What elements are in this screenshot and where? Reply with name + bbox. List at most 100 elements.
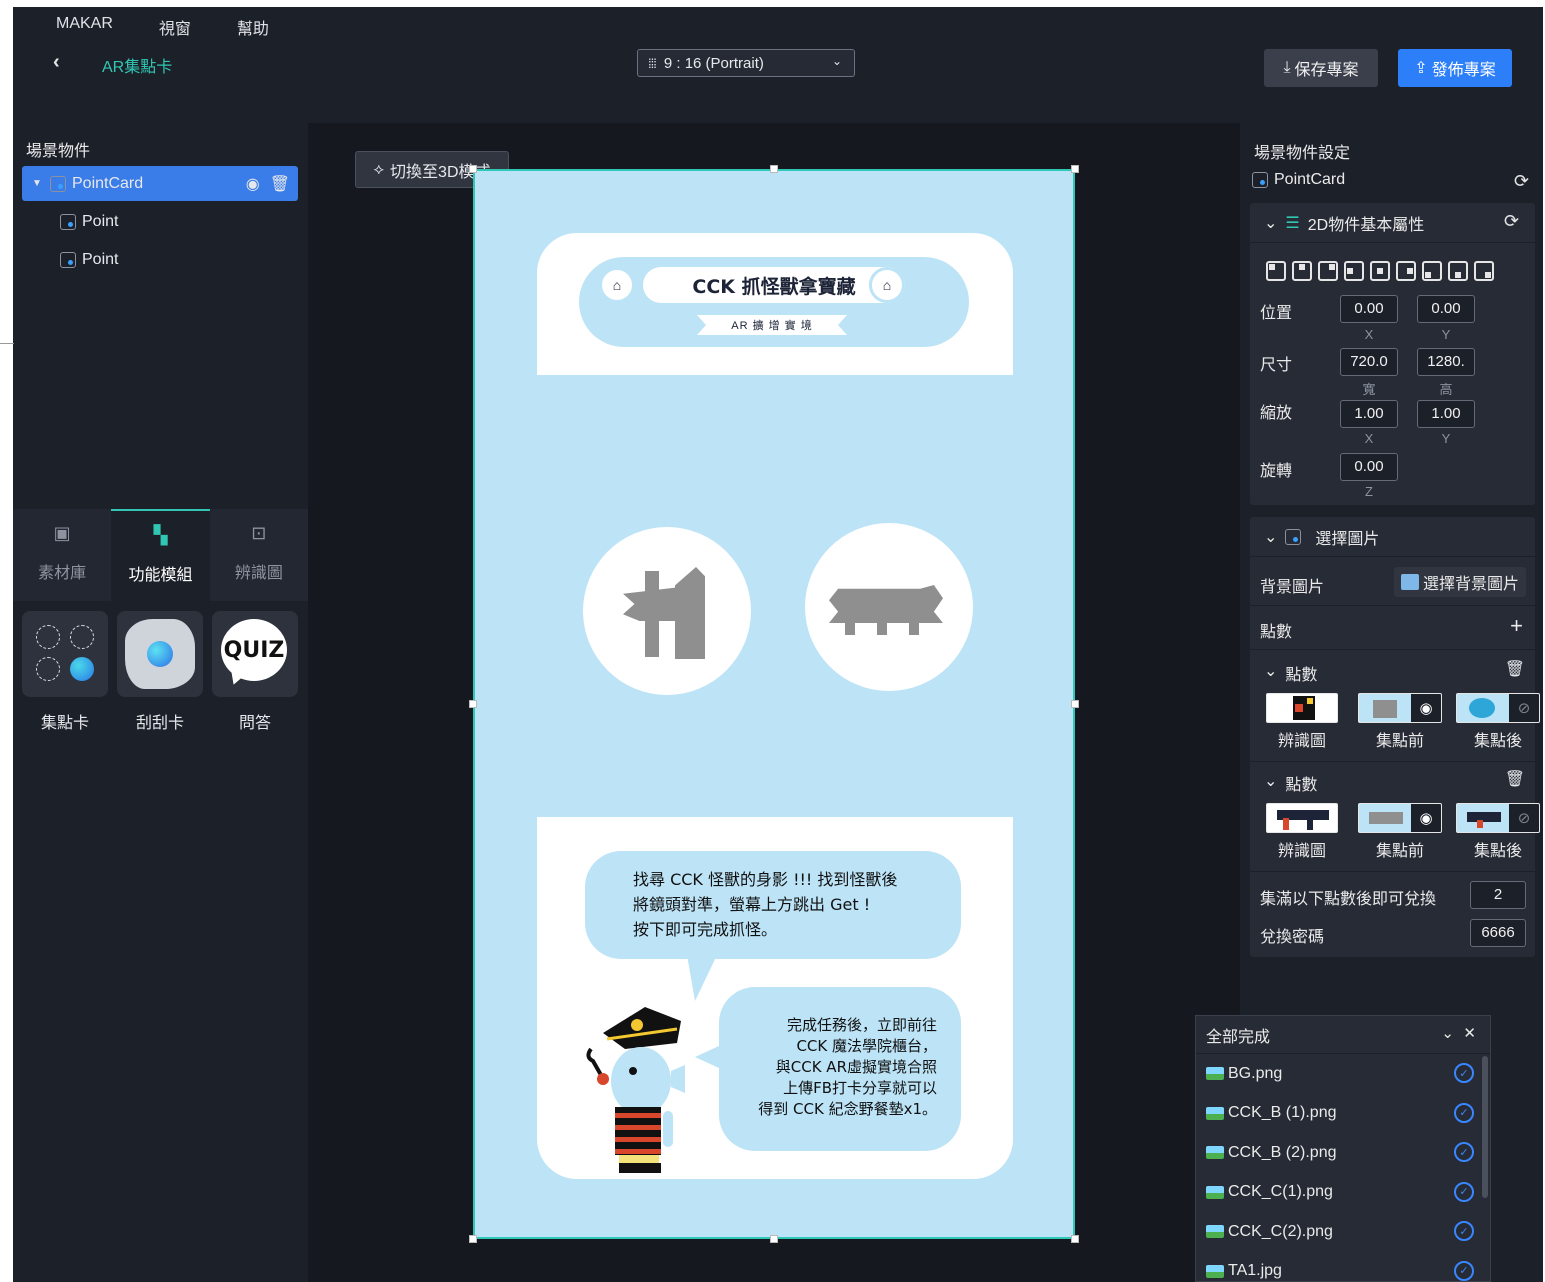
menu-help[interactable]: 幫助 bbox=[237, 15, 269, 39]
eye-off-icon[interactable]: ⊘ bbox=[1509, 804, 1539, 832]
size-label: 尺寸 bbox=[1260, 357, 1293, 374]
align-bottom-center-button[interactable] bbox=[1448, 261, 1468, 281]
image-file-icon bbox=[1206, 1146, 1224, 1160]
tab-assets[interactable]: ▣ 素材庫 bbox=[13, 509, 111, 601]
module-label: 問答 bbox=[238, 715, 271, 732]
position-x-input[interactable]: 0.00 bbox=[1340, 295, 1398, 323]
after-image-thumb[interactable]: ⊘ bbox=[1456, 803, 1540, 833]
add-point-button[interactable]: + bbox=[1510, 613, 1523, 639]
scene-node-pointcard[interactable]: ▼ PointCard ◉ 🗑 bbox=[22, 166, 298, 201]
emblem-icon: ⌂ bbox=[599, 267, 635, 303]
tab-targets[interactable]: ⊡ 辨識圖 bbox=[210, 509, 308, 601]
publish-project-button[interactable]: ⇪ 發佈專案 bbox=[1398, 49, 1512, 87]
align-center-button[interactable] bbox=[1370, 261, 1390, 281]
close-icon[interactable]: ✕ bbox=[1463, 1024, 1476, 1042]
eye-off-icon[interactable]: ⊘ bbox=[1509, 694, 1539, 722]
rotation-z-input[interactable]: 0.00 bbox=[1340, 453, 1398, 481]
eye-icon[interactable]: ◉ bbox=[1411, 804, 1441, 832]
image-caption: 集點前 bbox=[1375, 733, 1424, 750]
chevron-left-icon: ‹ bbox=[53, 51, 60, 73]
align-bottom-left-button[interactable] bbox=[1422, 261, 1442, 281]
point-group-header[interactable]: ⌄ 點數 bbox=[1264, 771, 1317, 795]
axis-y-label: Y bbox=[1441, 431, 1451, 446]
upload-icon: ⇪ bbox=[1414, 60, 1428, 77]
object-icon bbox=[1285, 528, 1302, 545]
position-y-input[interactable]: 0.00 bbox=[1417, 295, 1475, 323]
eye-icon[interactable]: ◉ bbox=[246, 174, 260, 194]
reward-line: 上傳FB打卡分享就可以 bbox=[783, 1079, 937, 1097]
scene-node-label: PointCard bbox=[72, 174, 144, 192]
after-image-slot[interactable]: ⊘ 集點後 bbox=[1456, 693, 1540, 751]
tab-modules[interactable]: ▚ 功能模組 bbox=[111, 509, 210, 601]
module-quiz[interactable]: QUIZ 問答 bbox=[212, 611, 298, 733]
collect-count-input[interactable]: 2 bbox=[1470, 881, 1526, 909]
upload-header: 全部完成 ⌄ ✕ bbox=[1196, 1016, 1490, 1054]
aspect-ratio-select[interactable]: ⁞⁞⁞ 9 : 16 (Portrait) ⌄ bbox=[637, 49, 855, 77]
instruction-line: 將鏡頭對準，螢幕上方跳出 Get ! bbox=[633, 895, 871, 914]
target-image-slot[interactable]: 辨識圖 bbox=[1260, 803, 1344, 861]
trash-icon[interactable]: 🗑 bbox=[270, 174, 290, 194]
menu-window[interactable]: 視窗 bbox=[159, 15, 191, 39]
align-middle-left-button[interactable] bbox=[1344, 261, 1364, 281]
scan-icon: ⊡ bbox=[251, 523, 267, 543]
after-image-thumb[interactable]: ⊘ bbox=[1456, 693, 1540, 723]
reset-icon[interactable]: ⟳ bbox=[1504, 211, 1519, 232]
module-scratch-card[interactable]: 刮刮卡 bbox=[117, 611, 203, 733]
monster-slot-2[interactable] bbox=[805, 523, 973, 691]
publish-project-label: 發佈專案 bbox=[1431, 62, 1496, 79]
align-top-right-button[interactable] bbox=[1318, 261, 1338, 281]
points-label: 點數 bbox=[1260, 624, 1293, 641]
target-image-slot[interactable]: 辨識圖 bbox=[1260, 693, 1344, 751]
monster-slot-1[interactable] bbox=[583, 527, 751, 695]
point-group-header[interactable]: ⌄ 點數 bbox=[1264, 661, 1317, 685]
upload-scrollbar[interactable] bbox=[1482, 1056, 1488, 1198]
before-image-slot[interactable]: ◉ 集點前 bbox=[1358, 803, 1442, 861]
align-bottom-right-button[interactable] bbox=[1474, 261, 1494, 281]
trash-icon[interactable]: 🗑 bbox=[1505, 659, 1525, 679]
module-point-card[interactable]: 集點卡 bbox=[22, 611, 108, 733]
image-caption: 辨識圖 bbox=[1277, 733, 1326, 750]
eye-icon[interactable]: ◉ bbox=[1411, 694, 1441, 722]
module-list: 集點卡 刮刮卡 QUIZ 問答 bbox=[22, 611, 298, 733]
align-middle-right-button[interactable] bbox=[1396, 261, 1416, 281]
sliders-icon: ☰ bbox=[1285, 214, 1300, 232]
instruction-line: 找尋 CCK 怪獸的身影 !!! 找到怪獸後 bbox=[633, 870, 898, 889]
point-card-canvas[interactable]: ⌂ CCK 抓怪獸拿寶藏 ⌂ AR 擴 增 實 境 找尋 CCK 怪獸的身影 !… bbox=[473, 169, 1075, 1239]
back-button[interactable]: ‹ bbox=[53, 50, 77, 74]
after-image-slot[interactable]: ⊘ 集點後 bbox=[1456, 803, 1540, 861]
scale-x-input[interactable]: 1.00 bbox=[1340, 400, 1398, 428]
target-image-thumb[interactable] bbox=[1266, 803, 1338, 833]
project-title: AR集點卡 bbox=[102, 59, 173, 76]
image-section-header[interactable]: ⌄ 選擇圖片 bbox=[1250, 517, 1535, 557]
scratch-card-icon bbox=[117, 611, 203, 697]
scene-node-point-1[interactable]: Point bbox=[22, 204, 298, 239]
chevron-down-icon[interactable]: ⌄ bbox=[1441, 1024, 1454, 1042]
size-width-input[interactable]: 720.0 bbox=[1340, 348, 1398, 376]
menu-makar[interactable]: MAKAR bbox=[56, 15, 113, 39]
upload-complete-icon: ✓ bbox=[1454, 1260, 1474, 1281]
reward-line: 得到 CCK 紀念野餐墊x1。 bbox=[758, 1100, 937, 1118]
axis-width-label: 寬 bbox=[1362, 382, 1376, 397]
redeem-code-input[interactable]: 6666 bbox=[1470, 919, 1526, 947]
caret-down-icon[interactable]: ▼ bbox=[32, 178, 50, 189]
axis-x-label: X bbox=[1364, 327, 1374, 342]
target-image-thumb[interactable] bbox=[1266, 693, 1338, 723]
upload-status: 全部完成 bbox=[1206, 1028, 1271, 1046]
before-image-thumb[interactable]: ◉ bbox=[1358, 693, 1442, 723]
save-project-button[interactable]: ⤓ 保存專案 bbox=[1264, 49, 1378, 87]
before-image-slot[interactable]: ◉ 集點前 bbox=[1358, 693, 1442, 751]
size-height-input[interactable]: 1280. bbox=[1417, 348, 1475, 376]
align-top-center-button[interactable] bbox=[1292, 261, 1312, 281]
refresh-icon[interactable]: ⟳ bbox=[1514, 171, 1529, 192]
before-image-thumb[interactable]: ◉ bbox=[1358, 803, 1442, 833]
tab-label: 辨識圖 bbox=[234, 565, 283, 582]
scene-node-point-2[interactable]: Point bbox=[22, 242, 298, 277]
choose-bg-image-button[interactable]: 選擇背景圖片 bbox=[1394, 567, 1526, 597]
object-icon bbox=[60, 213, 76, 230]
basic-props-header[interactable]: ⌄ ☰ 2D物件基本屬性 bbox=[1250, 203, 1535, 243]
scale-y-input[interactable]: 1.00 bbox=[1417, 400, 1475, 428]
file-name: CCK_B (2).png bbox=[1228, 1143, 1337, 1161]
align-top-left-button[interactable] bbox=[1266, 261, 1286, 281]
upload-file-row: CCK_B (1).png ✓ bbox=[1196, 1094, 1490, 1134]
trash-icon[interactable]: 🗑 bbox=[1505, 769, 1525, 789]
